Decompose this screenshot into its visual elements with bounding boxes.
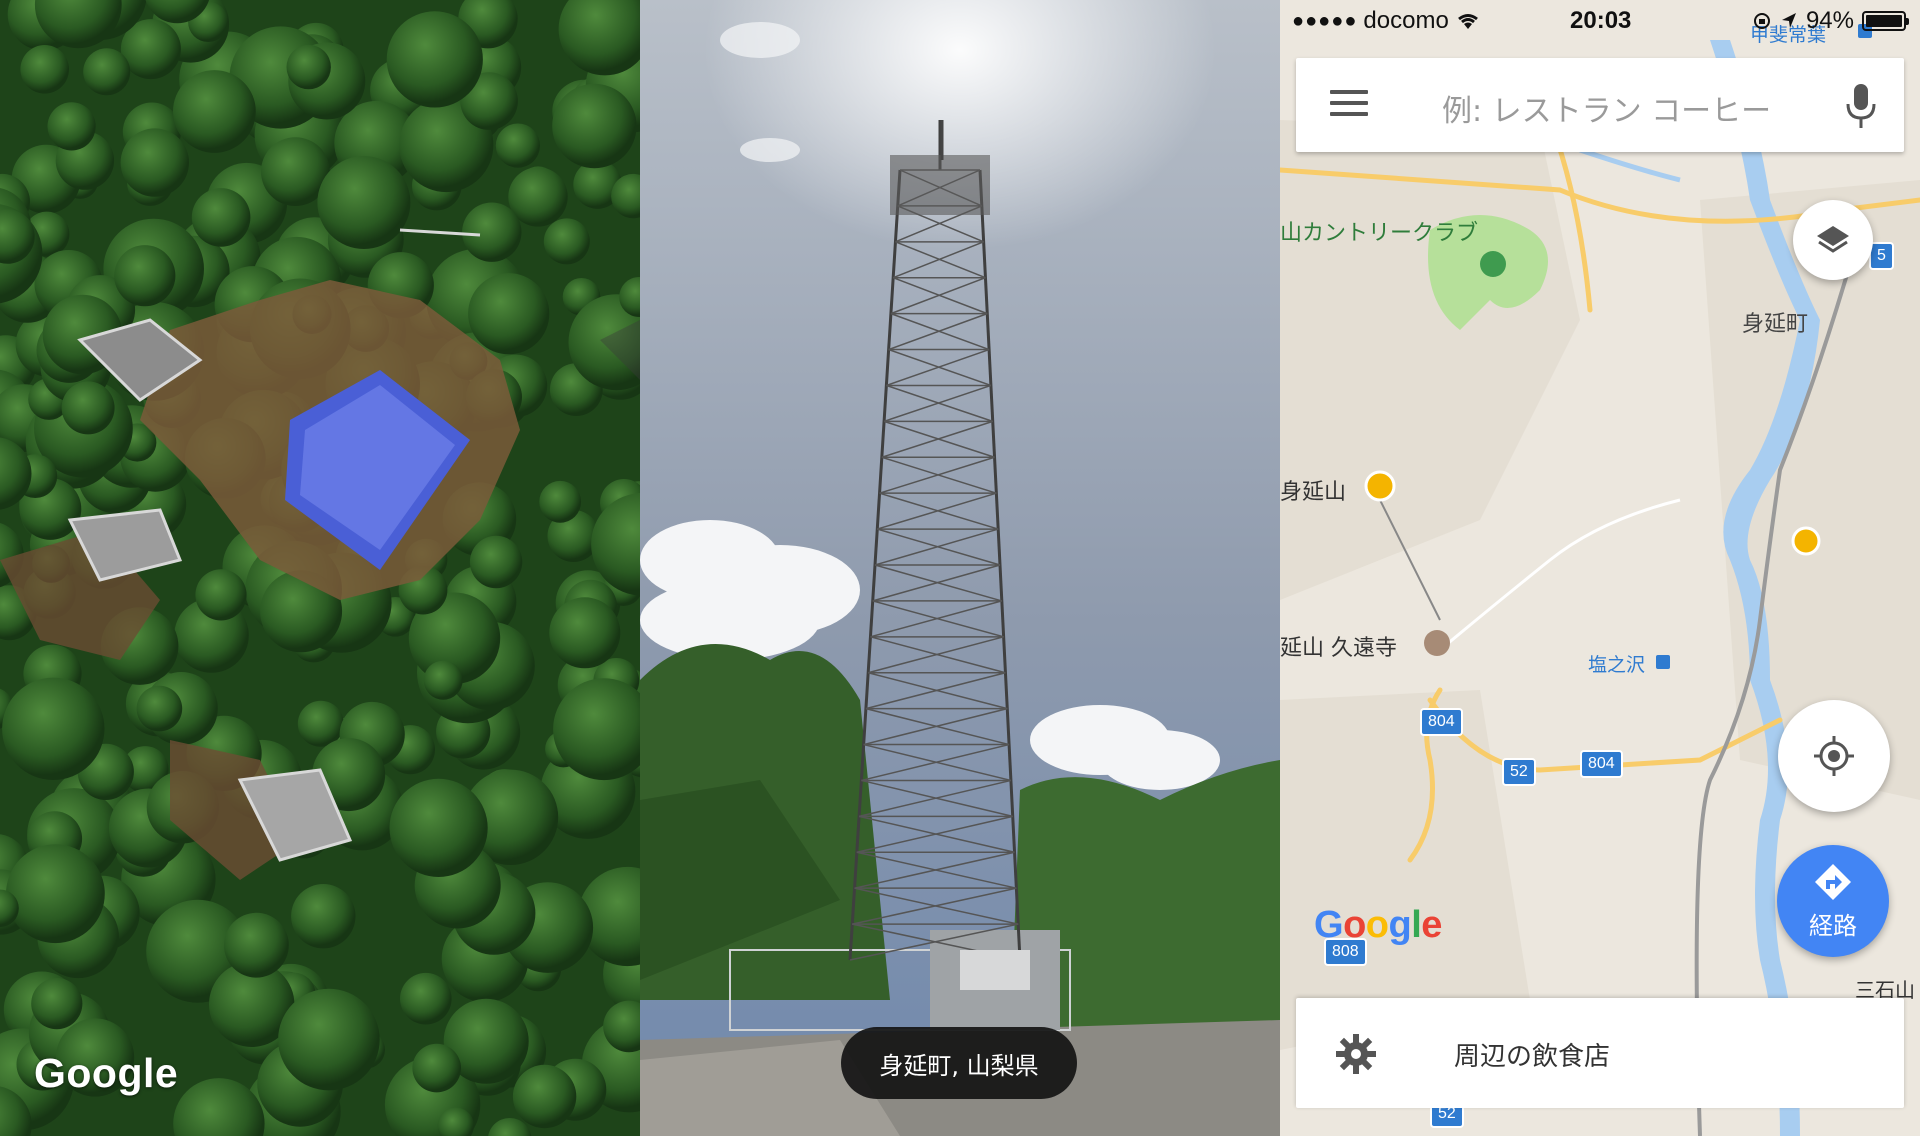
tree-canopy <box>114 245 176 307</box>
street-view-panel[interactable]: 身延町, 山梨県 <box>640 0 1280 1136</box>
battery-icon <box>1862 11 1909 31</box>
tree-canopy <box>6 844 105 944</box>
hamburger-menu-icon[interactable] <box>1330 90 1368 120</box>
route-shield: 804 <box>1420 708 1463 736</box>
satellite-image <box>0 0 640 1136</box>
tree-canopy <box>386 11 483 108</box>
tree-canopy <box>389 778 488 878</box>
map-label-station[interactable]: 塩之沢 <box>1588 650 1645 677</box>
crosshair-icon <box>1814 736 1854 776</box>
nearby-restaurants-card[interactable]: 周辺の飲食店 <box>1296 998 1904 1108</box>
golf-icon[interactable] <box>1480 251 1506 277</box>
tree-canopy <box>173 70 256 153</box>
tree-canopy <box>224 912 289 978</box>
wifi-icon <box>1457 14 1478 29</box>
directions-button[interactable]: 経路 <box>1777 845 1889 957</box>
tree-canopy <box>469 535 523 589</box>
tree-canopy <box>136 685 183 732</box>
gear-icon <box>1336 1034 1376 1074</box>
battery-percent: 94% <box>1805 7 1854 34</box>
tree-canopy <box>552 83 637 169</box>
layers-icon <box>1817 226 1849 253</box>
tree-canopy <box>31 978 83 1030</box>
tree-canopy <box>539 480 582 523</box>
nearby-restaurants-label: 周辺の飲食店 <box>1454 1042 1611 1072</box>
route-shield: 804 <box>1580 750 1623 778</box>
tree-canopy <box>412 1043 462 1093</box>
directions-icon <box>1815 863 1851 900</box>
rotation-lock-icon <box>1753 13 1770 29</box>
tree-canopy <box>20 45 69 94</box>
tree-canopy <box>423 660 463 700</box>
map-label-country-club[interactable]: 山カントリークラブ <box>1280 215 1478 247</box>
tree-canopy <box>191 188 251 247</box>
microphone-icon[interactable] <box>1844 82 1878 130</box>
google-logo: Google <box>1314 904 1442 946</box>
map-label-town[interactable]: 身延町 <box>1742 306 1808 338</box>
tree-canopy <box>278 988 380 1091</box>
map-canvas[interactable] <box>1280 0 1920 1136</box>
my-location-button[interactable] <box>1778 700 1890 812</box>
status-right: 94% <box>1752 7 1909 35</box>
location-arrow-icon <box>1781 13 1796 28</box>
tree-canopy <box>2 677 105 780</box>
search-bar[interactable]: 例: レストラン コーヒー <box>1296 58 1904 152</box>
signal-icon: ●●●●● <box>1292 9 1358 32</box>
carrier-name: docomo <box>1363 7 1449 34</box>
tree-canopy <box>543 218 590 265</box>
star-poi-icon[interactable] <box>1364 470 1396 502</box>
satellite-view-panel[interactable]: Google <box>0 0 640 1136</box>
station-icon[interactable] <box>1656 655 1670 669</box>
tree-canopy <box>291 884 356 949</box>
tree-canopy <box>47 102 96 151</box>
tree-canopy <box>83 48 131 96</box>
route-shield: 52 <box>1502 758 1536 786</box>
tree-canopy <box>317 156 411 249</box>
location-pill[interactable]: 身延町, 山梨県 <box>841 1027 1077 1099</box>
star-poi-icon[interactable] <box>1791 526 1821 556</box>
tree-canopy <box>468 273 550 355</box>
google-logo: Google <box>34 1050 179 1096</box>
tree-canopy <box>195 569 247 621</box>
tree-canopy <box>297 700 344 747</box>
search-placeholder[interactable]: 例: レストラン コーヒー <box>1442 86 1771 130</box>
tree-canopy <box>462 202 522 262</box>
tree-canopy <box>120 128 189 197</box>
street-view-image <box>640 0 1280 1136</box>
directions-label: 経路 <box>1809 911 1857 940</box>
temple-icon[interactable] <box>1424 630 1450 656</box>
tree-canopy <box>61 381 115 435</box>
map-label-temple[interactable]: 延山 久遠寺 <box>1280 630 1397 662</box>
clock: 20:03 <box>1570 7 1632 34</box>
tree-canopy <box>512 1064 577 1129</box>
map-panel[interactable]: 山カントリークラブ 身延町 身延山 延山 久遠寺 塩之沢 甲斐常葉 三石山 80… <box>1280 0 1920 1136</box>
map-label-mountain[interactable]: 身延山 <box>1280 474 1346 506</box>
status-bar: ●●●●● docomo 20:03 94% <box>1280 0 1920 40</box>
route-shield: 5 <box>1869 242 1894 270</box>
carrier-info: ●●●●● docomo <box>1292 7 1481 35</box>
tree-canopy <box>495 123 540 168</box>
tree-canopy <box>400 972 452 1025</box>
layers-button[interactable] <box>1793 200 1873 280</box>
tree-canopy <box>549 597 621 669</box>
tree-canopy <box>286 44 331 90</box>
